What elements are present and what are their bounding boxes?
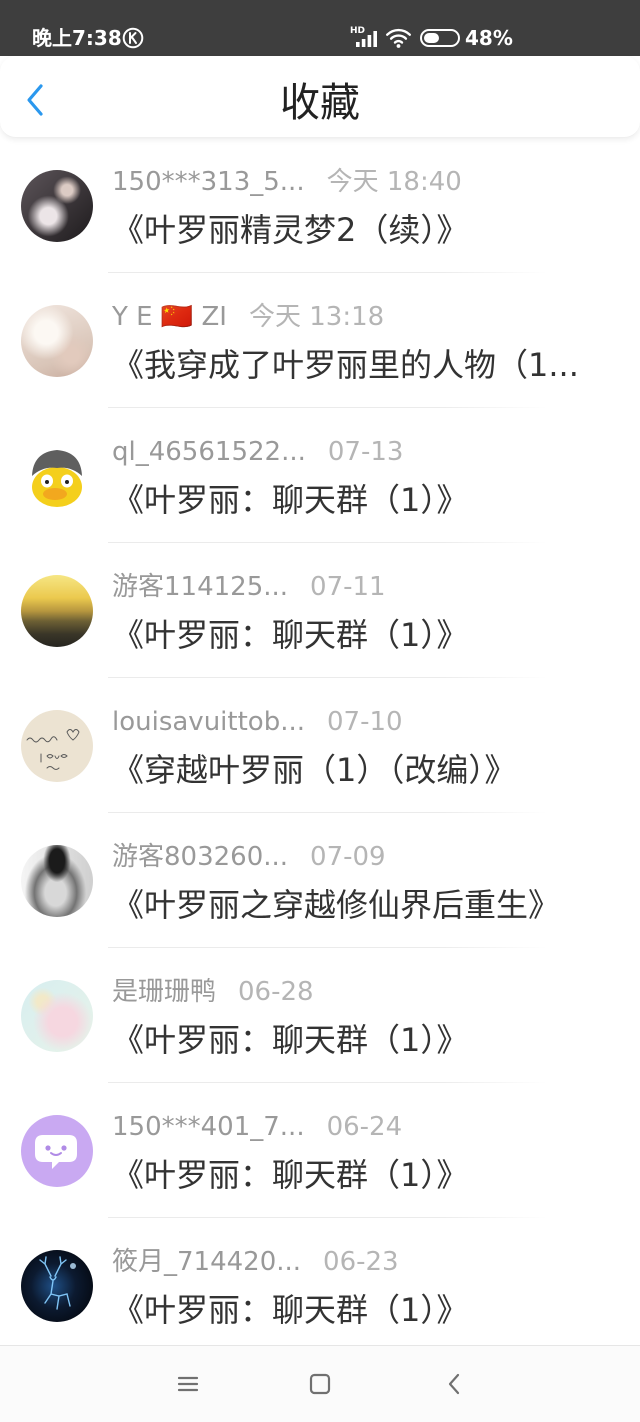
signal-bars-icon: HD — [350, 26, 378, 48]
story-title[interactable]: 《叶罗丽：聊天群（1）》 — [112, 1155, 632, 1195]
timestamp: 07-13 — [327, 437, 404, 467]
item-meta: 150***401_7... 06-24 — [112, 1110, 402, 1144]
timestamp: 06-23 — [323, 1247, 399, 1277]
item-meta: louisavuittob... 07-10 — [112, 705, 403, 739]
back-chevron-icon[interactable] — [441, 1370, 469, 1398]
avatar-image — [21, 440, 93, 512]
timestamp: 07-11 — [310, 572, 386, 602]
favorite-item[interactable]: louisavuittob... 07-10 《穿越叶罗丽（1）（改编）》 — [0, 678, 640, 813]
timestamp: 07-09 — [310, 842, 386, 872]
username: Y E 🇨🇳 ZI — [112, 302, 227, 332]
menu-icon[interactable] — [174, 1370, 202, 1398]
username: 是珊珊鸭 — [112, 977, 217, 1007]
username: ql_46561522... — [112, 437, 306, 467]
item-meta: 是珊珊鸭 06-28 — [112, 975, 314, 1009]
favorites-list: 150***313_5... 今天 18:40 《叶罗丽精灵梦2（续）》 Y E … — [0, 138, 640, 1353]
chat-bubble-icon — [21, 1115, 93, 1187]
timestamp: 今天 13:18 — [248, 302, 385, 332]
favorite-item[interactable]: 是珊珊鸭 06-28 《叶罗丽：聊天群（1）》 — [0, 948, 640, 1083]
username: 游客114125... — [112, 572, 289, 602]
story-title[interactable]: 《叶罗丽之穿越修仙界后重生》 — [112, 885, 632, 925]
username: 150***313_5... — [112, 167, 305, 197]
story-title[interactable]: 《叶罗丽精灵梦2（续）》 — [112, 210, 632, 250]
avatar[interactable] — [21, 1115, 93, 1187]
favorite-item[interactable]: 150***401_7... 06-24 《叶罗丽：聊天群（1）》 — [0, 1083, 640, 1218]
system-back-button[interactable] — [441, 1370, 469, 1398]
favorite-item[interactable]: 150***313_5... 今天 18:40 《叶罗丽精灵梦2（续）》 — [0, 138, 640, 273]
timestamp: 06-28 — [238, 977, 314, 1007]
story-title[interactable]: 《穿越叶罗丽（1）（改编）》 — [112, 750, 632, 790]
item-meta: 游客803260... 07-09 — [112, 840, 386, 874]
story-title[interactable]: 《叶罗丽：聊天群（1）》 — [112, 480, 632, 520]
status-time: 晚上7:38 — [32, 26, 122, 50]
story-title[interactable]: 《我穿成了叶罗丽里的人物（1... — [112, 345, 632, 385]
favorite-item[interactable]: 游客803260... 07-09 《叶罗丽之穿越修仙界后重生》 — [0, 813, 640, 948]
avatar-image — [21, 1250, 93, 1322]
avatar[interactable] — [21, 440, 93, 512]
avatar[interactable] — [21, 305, 93, 377]
timestamp: 07-10 — [327, 707, 403, 737]
item-meta: 150***313_5... 今天 18:40 — [112, 165, 462, 199]
avatar[interactable] — [21, 170, 93, 242]
battery-percent: 48% — [465, 26, 513, 50]
avatar-image — [21, 710, 93, 782]
avatar[interactable] — [21, 1250, 93, 1322]
avatar[interactable] — [21, 710, 93, 782]
item-meta: 游客114125... 07-11 — [112, 570, 386, 604]
wifi-icon — [386, 28, 411, 48]
story-title[interactable]: 《叶罗丽：聊天群（1）》 — [112, 1290, 632, 1330]
story-title[interactable]: 《叶罗丽：聊天群（1）》 — [112, 615, 632, 655]
username: 游客803260... — [112, 842, 289, 872]
avatar[interactable] — [21, 575, 93, 647]
square-home-icon[interactable] — [306, 1370, 334, 1398]
username: louisavuittob... — [112, 707, 305, 737]
favorite-item[interactable]: Y E 🇨🇳 ZI 今天 13:18 《我穿成了叶罗丽里的人物（1... — [0, 273, 640, 408]
username: 150***401_7... — [112, 1112, 305, 1142]
username: 筱月_714420... — [112, 1247, 302, 1277]
status-bar: 晚上7:38 HD 48% — [0, 0, 640, 56]
favorite-item[interactable]: 筱月_714420... 06-23 《叶罗丽：聊天群（1）》 — [0, 1218, 640, 1353]
battery-fill — [424, 33, 440, 43]
timestamp: 06-24 — [326, 1112, 403, 1142]
story-title[interactable]: 《叶罗丽：聊天群（1）》 — [112, 1020, 632, 1060]
home-button[interactable] — [306, 1370, 334, 1398]
item-meta: Y E 🇨🇳 ZI 今天 13:18 — [112, 300, 384, 334]
avatar[interactable] — [21, 845, 93, 917]
avatar[interactable] — [21, 980, 93, 1052]
timestamp: 今天 18:40 — [326, 167, 462, 197]
item-meta: 筱月_714420... 06-23 — [112, 1245, 399, 1279]
system-nav-bar — [0, 1345, 640, 1422]
header-bar: 收藏 — [0, 56, 640, 138]
menu-button[interactable] — [174, 1370, 202, 1398]
favorite-item[interactable]: 游客114125... 07-11 《叶罗丽：聊天群（1）》 — [0, 543, 640, 678]
item-meta: ql_46561522... 07-13 — [112, 435, 403, 469]
battery-icon — [420, 29, 460, 47]
k-circle-icon — [122, 27, 144, 49]
favorite-item[interactable]: ql_46561522... 07-13 《叶罗丽：聊天群（1）》 — [0, 408, 640, 543]
page-title: 收藏 — [280, 80, 360, 126]
